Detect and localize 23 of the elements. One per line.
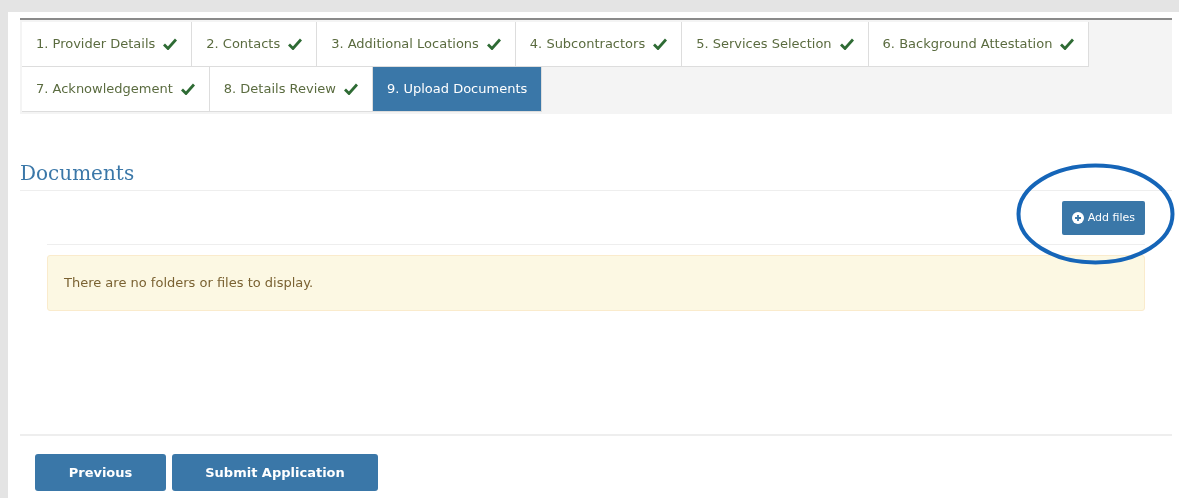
footer-button[interactable]: Previous — [35, 454, 166, 491]
checkmark-icon — [653, 38, 668, 50]
checkmark-icon — [839, 38, 854, 50]
empty-notice: There are no folders or files to display. — [47, 255, 1145, 311]
step-tab[interactable]: 6. Background Attestation — [868, 22, 1090, 67]
plus-circle-icon — [1071, 212, 1084, 224]
step-tab[interactable]: 4. Subcontractors — [515, 22, 683, 67]
checkmark-icon — [180, 83, 195, 95]
section-title: Documents — [20, 160, 135, 187]
checkmark-icon — [288, 38, 303, 50]
step-tab[interactable]: 7. Acknowledgement — [22, 67, 210, 112]
step-tab[interactable]: 5. Services Selection — [682, 22, 869, 67]
step-tab[interactable]: 8. Details Review — [209, 67, 373, 112]
step-tab[interactable]: 3. Additional Locations — [317, 22, 516, 67]
add-files-button[interactable]: Add files — [1061, 201, 1145, 235]
step-tab[interactable]: 9. Upload Documents — [372, 67, 543, 112]
checkmark-icon — [163, 38, 178, 50]
checkmark-icon — [343, 83, 358, 95]
footer-button[interactable]: Submit Application — [172, 454, 378, 491]
step-tab[interactable]: 2. Contacts — [192, 22, 318, 67]
checkmark-icon — [1060, 38, 1075, 50]
step-tab[interactable]: 1. Provider Details — [22, 22, 193, 67]
checkmark-icon — [486, 38, 501, 50]
